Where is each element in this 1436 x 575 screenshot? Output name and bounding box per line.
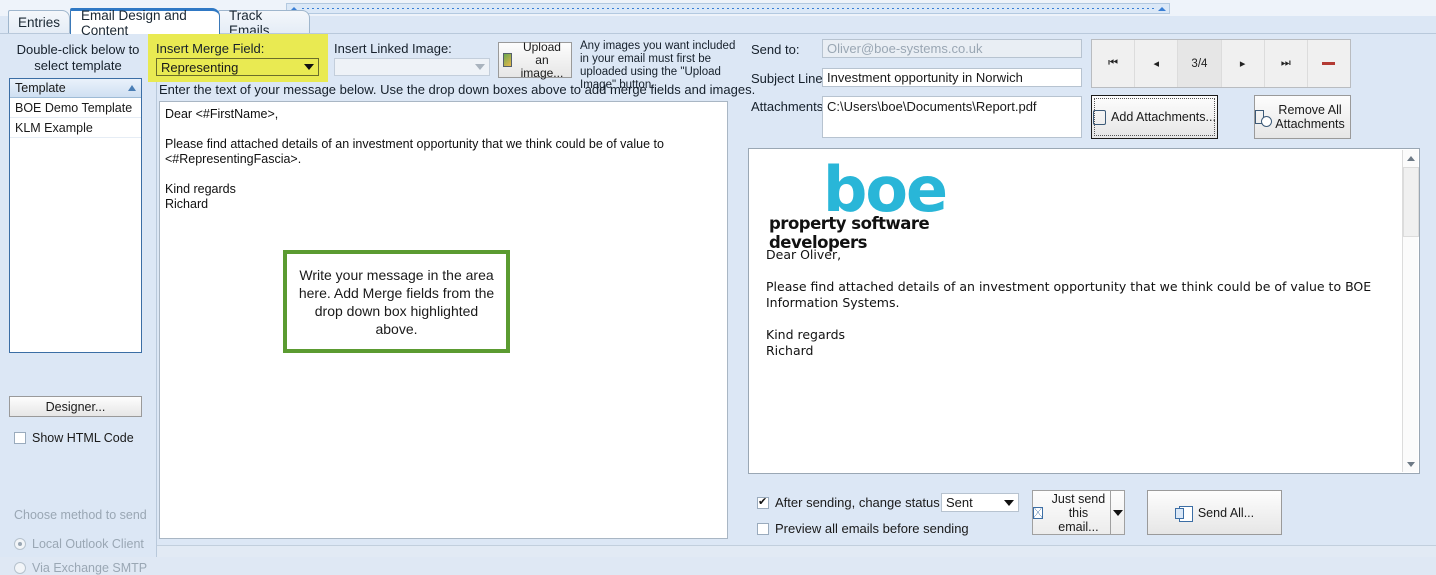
tab-entries[interactable]: Entries	[8, 10, 70, 34]
callout-text: Write your message in the area here. Add…	[298, 266, 495, 337]
send-to-input[interactable]: Oliver@boe-systems.co.uk	[822, 39, 1082, 58]
checkbox-icon[interactable]	[757, 495, 769, 509]
radio-icon[interactable]	[14, 538, 26, 550]
chevron-down-icon	[1112, 509, 1123, 516]
envelope-icon	[1033, 506, 1043, 519]
attachments-input[interactable]: C:\Users\boe\Documents\Report.pdf	[822, 96, 1082, 138]
upload-image-label: Upload an image...	[520, 39, 564, 80]
just-send-main[interactable]: Just send this email...	[1032, 490, 1110, 535]
designer-button-label: Designer...	[45, 399, 106, 414]
chevron-down-icon[interactable]	[304, 64, 314, 70]
add-attachments-button[interactable]: Add Attachments...	[1091, 95, 1218, 139]
subject-line-input[interactable]: Investment opportunity in Norwich	[822, 68, 1082, 87]
scroll-down-button[interactable]	[1403, 456, 1419, 472]
sort-ascending-icon[interactable]	[128, 85, 136, 91]
send-all-icon	[1174, 505, 1193, 522]
last-record-button[interactable]: ⏭	[1265, 40, 1308, 87]
status-dropdown[interactable]: Sent	[941, 493, 1019, 512]
preview-all-label: Preview all emails before sending	[775, 521, 969, 536]
preview-scrollbar[interactable]	[1402, 150, 1419, 472]
designer-button[interactable]: Designer...	[9, 396, 142, 417]
subject-line-label: Subject Line:	[751, 71, 827, 86]
chevron-down-icon[interactable]	[1004, 499, 1014, 506]
show-html-code-checkbox[interactable]: Show HTML Code	[14, 431, 134, 445]
tab-entries-label: Entries	[17, 15, 61, 30]
template-name: BOE Demo Template	[15, 100, 133, 115]
boe-logo: boe property software developers	[769, 153, 1029, 252]
merge-field-dropdown[interactable]: Representing	[156, 58, 319, 76]
remove-all-attachments-label: Remove All Attachments	[1275, 103, 1345, 131]
linked-image-dropdown[interactable]	[334, 58, 490, 76]
last-record-icon: ⏭	[1280, 57, 1291, 69]
previous-record-icon: ◂	[1153, 58, 1160, 70]
radio-icon[interactable]	[14, 562, 26, 574]
scroll-up-button[interactable]	[1403, 150, 1419, 166]
merge-field-label: Insert Merge Field:	[156, 41, 265, 56]
tab-email-design-and-content[interactable]: Email Design and Content	[70, 8, 220, 38]
radio-local-outlook-client[interactable]: Local Outlook Client	[14, 537, 144, 551]
delete-record-button[interactable]	[1308, 40, 1350, 87]
template-list-header[interactable]: Template	[10, 79, 141, 98]
previous-record-button[interactable]: ◂	[1135, 40, 1179, 87]
preview-all-emails-checkbox[interactable]: Preview all emails before sending	[757, 521, 969, 536]
merge-field-value: Representing	[161, 59, 239, 75]
after-sending-checkbox[interactable]: After sending, change status to	[757, 495, 954, 510]
first-record-icon: ⏮	[1108, 57, 1119, 69]
just-send-dropdown-arrow[interactable]	[1110, 490, 1125, 535]
just-send-label: Just send this email...	[1051, 491, 1106, 534]
linked-image-label: Insert Linked Image:	[334, 41, 452, 56]
template-list[interactable]: Template BOE Demo Template KLM Example	[9, 78, 142, 353]
send-to-value: Oliver@boe-systems.co.uk	[827, 41, 983, 56]
template-panel: Double-click below to select template Te…	[0, 34, 157, 575]
scroll-down-icon	[1407, 461, 1415, 467]
tab-email-design-label: Email Design and Content	[81, 7, 187, 38]
attach-icon	[1093, 109, 1107, 125]
list-item[interactable]: BOE Demo Template	[10, 98, 141, 118]
send-method-title: Choose method to send	[14, 508, 147, 522]
delete-record-icon	[1322, 62, 1336, 65]
preview-body-text: Dear Oliver, Please find attached detail…	[766, 247, 1372, 358]
add-attachments-label: Add Attachments...	[1111, 110, 1216, 124]
list-item[interactable]: KLM Example	[10, 118, 141, 138]
image-icon	[503, 53, 512, 67]
message-text[interactable]: Dear <#FirstName>, Please find attached …	[165, 107, 721, 212]
attachments-value: C:\Users\boe\Documents\Report.pdf	[827, 99, 1037, 114]
record-position: 3/4	[1178, 40, 1222, 87]
scroll-up-icon	[1407, 155, 1415, 161]
attachments-label: Attachments:	[751, 99, 827, 114]
after-sending-label: After sending, change status to	[775, 495, 955, 510]
record-navigator: ⏮ ◂ 3/4 ▸ ⏭	[1091, 39, 1351, 88]
send-all-button[interactable]: Send All...	[1147, 490, 1282, 535]
remove-all-attachments-button[interactable]: Remove All Attachments	[1254, 95, 1351, 139]
radio-via-exchange-smtp[interactable]: Via Exchange SMTP	[14, 561, 147, 575]
editor-instruction: Enter the text of your message below. Us…	[159, 82, 756, 97]
template-hint: Double-click below to select template	[16, 42, 140, 73]
next-record-icon: ▸	[1239, 58, 1246, 70]
upload-image-button[interactable]: Upload an image...	[498, 39, 572, 80]
send-all-label: Send All...	[1197, 505, 1255, 520]
scrollbar-thumb[interactable]	[1403, 167, 1419, 237]
remove-attachment-icon	[1255, 110, 1273, 127]
template-column-label: Template	[15, 81, 66, 95]
status-strip	[157, 545, 1436, 557]
checkbox-icon[interactable]	[757, 522, 769, 535]
first-record-button[interactable]: ⏮	[1092, 40, 1136, 87]
radio-smtp-label: Via Exchange SMTP	[32, 561, 148, 575]
tab-strip: Entries Email Design and Content Track E…	[0, 8, 1436, 38]
radio-local-outlook-label: Local Outlook Client	[32, 537, 144, 551]
show-html-code-label: Show HTML Code	[32, 431, 134, 445]
record-position-label: 3/4	[1191, 57, 1208, 70]
checkbox-icon[interactable]	[14, 432, 26, 444]
next-record-button[interactable]: ▸	[1222, 40, 1265, 87]
callout-write-message: Write your message in the area here. Add…	[283, 250, 510, 353]
status-value: Sent	[946, 495, 973, 510]
chevron-down-icon[interactable]	[475, 64, 485, 70]
application-window: Entries Email Design and Content Track E…	[0, 0, 1436, 575]
tab-track-emails[interactable]: Track Emails	[218, 8, 310, 38]
subject-line-value: Investment opportunity in Norwich	[827, 70, 1023, 85]
email-preview-content: boe property software developers Dear Ol…	[752, 152, 1402, 470]
just-send-this-email-button[interactable]: Just send this email...	[1032, 490, 1125, 535]
send-to-label: Send to:	[751, 42, 800, 57]
template-name: KLM Example	[15, 120, 93, 135]
